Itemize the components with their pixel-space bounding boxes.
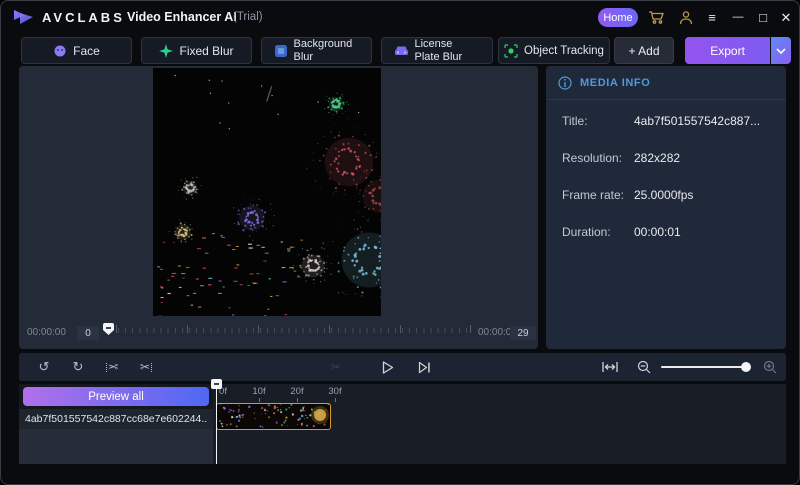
- info-icon: [558, 76, 572, 90]
- face-icon: [53, 44, 67, 58]
- background-blur-button[interactable]: Background Blur: [261, 37, 372, 64]
- ruler-tick: [259, 398, 260, 402]
- preview-panel: 00:00:00 0 00:00:01 29: [19, 66, 538, 349]
- license-plate-blur-button[interactable]: License Plate Blur: [381, 37, 493, 64]
- export-dropdown-button[interactable]: [771, 37, 791, 64]
- background-blur-icon: [274, 44, 288, 58]
- clip-list-empty: [19, 429, 213, 464]
- redo-icon: ↻: [73, 359, 84, 375]
- start-timecode: 00:00:00: [27, 327, 66, 338]
- video-preview: [153, 68, 381, 316]
- add-button[interactable]: + Add: [614, 37, 674, 64]
- trial-badge: (Trial): [233, 11, 263, 23]
- home-button[interactable]: Home: [598, 8, 638, 27]
- fixed-blur-button[interactable]: Fixed Blur: [141, 37, 252, 64]
- delete-clip-button-disabled: ✂: [325, 353, 347, 381]
- playback-controls: ↺ ↻ ✂ ✂ ✂: [19, 353, 786, 381]
- ruler-tick: [297, 398, 298, 402]
- export-split-button: Export: [685, 37, 791, 64]
- zoom-out-icon: [637, 360, 651, 374]
- brand-name: AVCLABS: [42, 10, 125, 25]
- face-button[interactable]: Face: [21, 37, 132, 64]
- chevron-down-icon: [776, 48, 786, 54]
- maximize-button[interactable]: □: [754, 9, 772, 25]
- preview-all-button[interactable]: Preview all: [23, 387, 209, 406]
- fit-timeline-button[interactable]: [599, 353, 621, 381]
- minimize-button[interactable]: —: [729, 9, 747, 25]
- ruler-tick: [335, 398, 336, 402]
- export-button[interactable]: Export: [685, 37, 770, 64]
- trim-mark: [151, 363, 152, 372]
- scissors-right-icon: ✂: [140, 360, 150, 374]
- fireworks-frame: [153, 68, 381, 316]
- timeline-zoom-slider[interactable]: [661, 366, 749, 368]
- start-frame-box: 0: [77, 326, 99, 340]
- menu-icon[interactable]: ≡: [703, 9, 721, 25]
- clip-filmstrip[interactable]: [216, 403, 331, 430]
- ruler-label-10f: 10f: [252, 386, 265, 397]
- object-tracking-icon: [504, 44, 518, 58]
- close-button[interactable]: ✕: [777, 9, 795, 25]
- titlebar: AVCLABS Video Enhancer AI (Trial) Home ≡…: [1, 1, 799, 33]
- trim-left-button[interactable]: ✂: [101, 353, 123, 381]
- media-info-panel: MEDIA INFO Title: 4ab7f501557542c887... …: [546, 66, 786, 349]
- divider: [546, 99, 786, 100]
- app-window: AVCLABS Video Enhancer AI (Trial) Home ≡…: [0, 0, 800, 485]
- timeline-track-area[interactable]: 0f 10f 20f 30f: [213, 384, 786, 464]
- filmstrip-thumbnails: [217, 404, 329, 428]
- user-icon[interactable]: [677, 9, 695, 25]
- undo-button[interactable]: ↺: [33, 353, 55, 381]
- clip-list-item[interactable]: 4ab7f501557542c887cc68e7e602244...: [19, 409, 213, 429]
- next-frame-icon: [418, 361, 431, 374]
- timeline-playhead-line: [216, 388, 218, 464]
- play-button[interactable]: [377, 353, 399, 381]
- avclabs-logo-icon: [13, 8, 35, 26]
- ruler-label-20f: 20f: [290, 386, 303, 397]
- app-title: Video Enhancer AI: [127, 10, 237, 24]
- toolbar: Face Fixed Blur Background Blur License …: [1, 34, 799, 64]
- fit-width-icon: [602, 361, 618, 373]
- zoom-in-icon: [763, 360, 777, 374]
- scrubber-ruler[interactable]: [116, 325, 471, 333]
- sparkle-icon: [159, 44, 173, 58]
- zoom-in-button[interactable]: [759, 353, 781, 381]
- cart-icon[interactable]: [647, 9, 665, 25]
- zoom-slider-handle[interactable]: [741, 362, 751, 372]
- scissors-left-icon: ✂: [108, 360, 118, 374]
- zoom-out-button[interactable]: [633, 353, 655, 381]
- trim-mark: [106, 363, 107, 372]
- timeline-playhead[interactable]: [211, 379, 222, 389]
- timeline-section: Preview all 4ab7f501557542c887cc68e7e602…: [19, 384, 786, 464]
- object-tracking-button[interactable]: Object Tracking: [498, 37, 610, 64]
- license-plate-icon: [394, 45, 409, 57]
- scrubber-bar: 00:00:00 0 00:00:01 29: [19, 316, 538, 349]
- undo-icon: ↺: [39, 359, 50, 375]
- delete-clip-icon: ✂: [331, 360, 341, 374]
- clip-list-panel: Preview all 4ab7f501557542c887cc68e7e602…: [19, 384, 213, 464]
- clip-name: 4ab7f501557542c887cc68e7e602244...: [25, 413, 207, 425]
- redo-button[interactable]: ↻: [67, 353, 89, 381]
- end-frame-box: 29: [510, 326, 536, 340]
- next-frame-button[interactable]: [413, 353, 435, 381]
- ruler-label-30f: 30f: [328, 386, 341, 397]
- trim-right-button[interactable]: ✂: [135, 353, 157, 381]
- media-info-title: MEDIA INFO: [580, 77, 650, 89]
- play-icon: [382, 361, 394, 374]
- scrubber-playhead[interactable]: [103, 323, 114, 335]
